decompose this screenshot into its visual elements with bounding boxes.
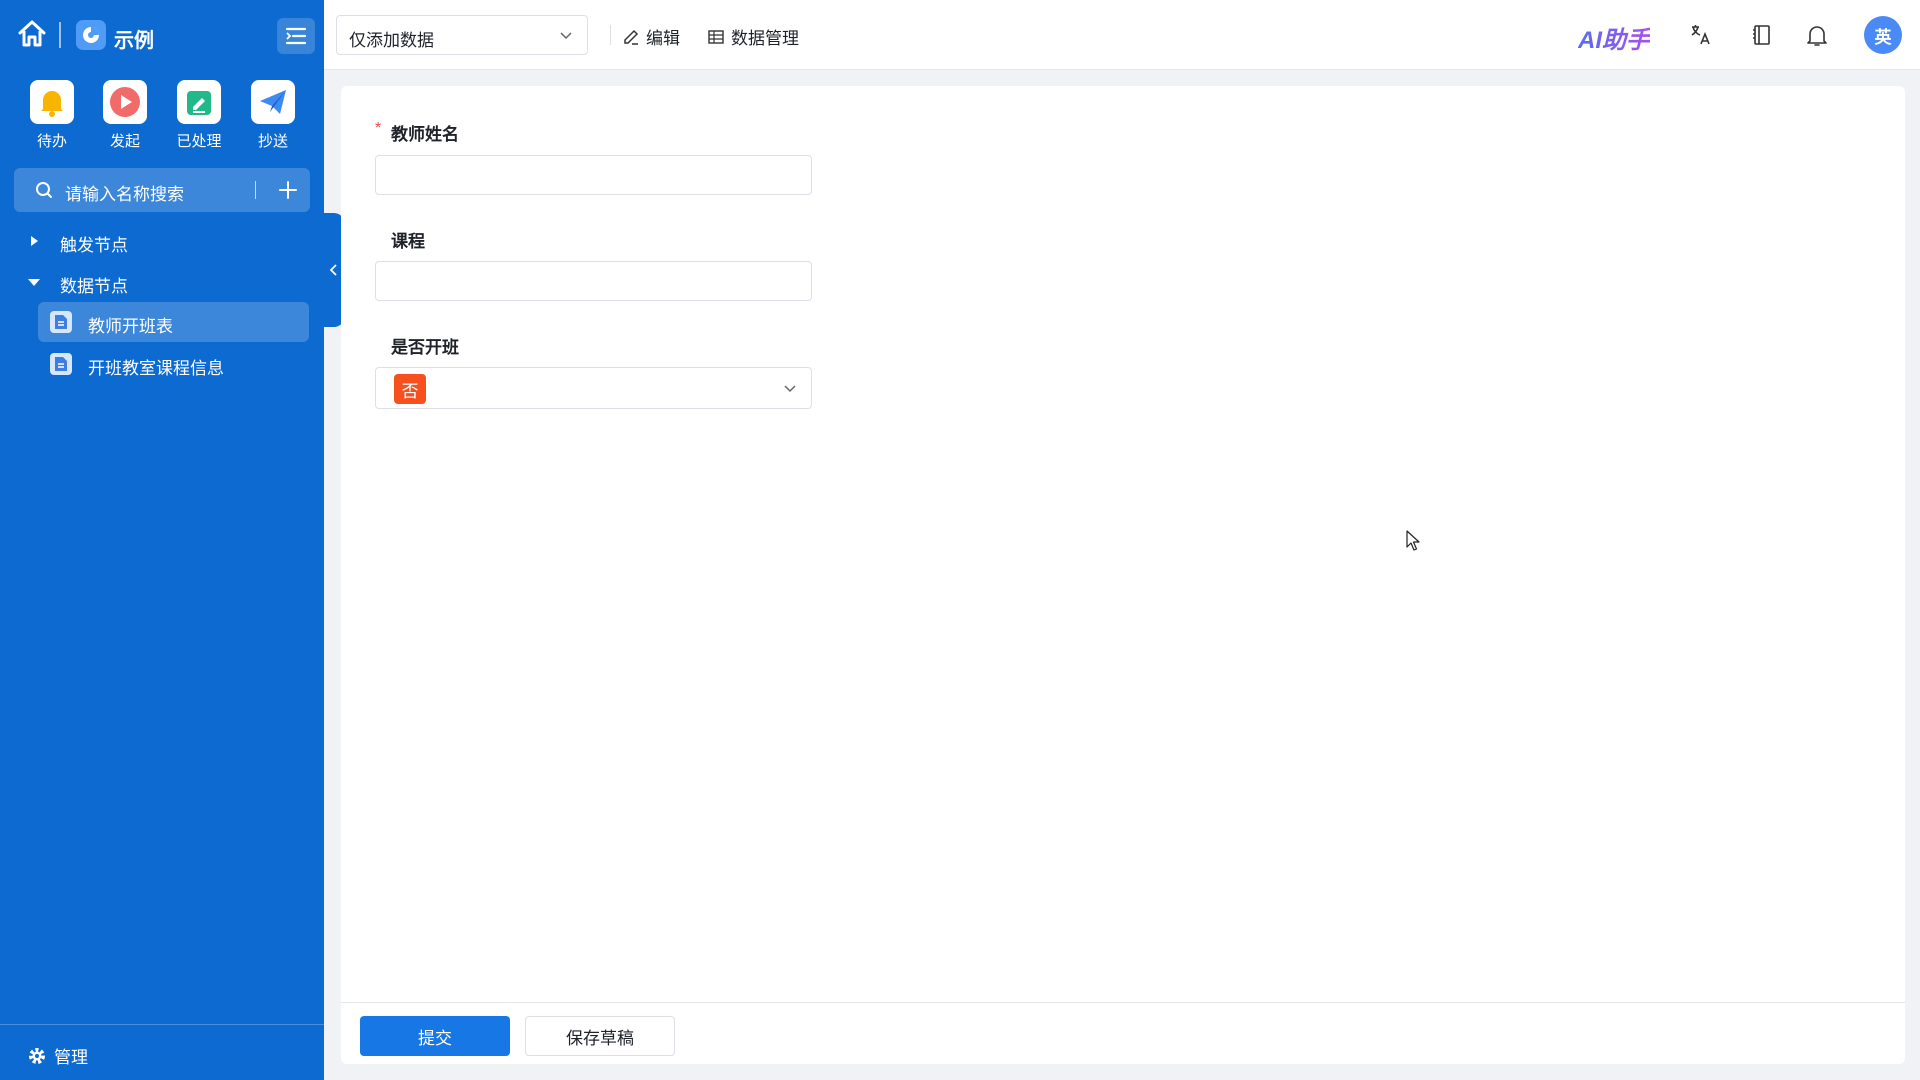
sidebar: 示例 待办 发起 已处理 抄送 请输入名称搜索 触发节点 数据节点 教师开班表 … bbox=[0, 0, 324, 1080]
class-open-select[interactable]: 否 bbox=[375, 367, 812, 409]
caret-right-icon bbox=[31, 236, 38, 246]
home-icon[interactable] bbox=[16, 18, 48, 50]
form-footer: 提交 保存草稿 bbox=[341, 1002, 1905, 1064]
save-draft-button[interactable]: 保存草稿 bbox=[525, 1016, 675, 1056]
chevron-down-icon bbox=[560, 32, 572, 40]
data-manage-label: 数据管理 bbox=[731, 29, 799, 48]
header-divider bbox=[59, 22, 61, 48]
form-card: * 教师姓名 课程 是否开班 否 提交 保存草稿 bbox=[341, 86, 1905, 1064]
mouse-cursor-icon bbox=[1406, 530, 1420, 551]
quick-action-todo[interactable]: 待办 bbox=[22, 80, 82, 151]
user-avatar[interactable]: 英 bbox=[1864, 16, 1902, 54]
bell-icon[interactable] bbox=[1804, 22, 1830, 48]
toolbar-divider bbox=[610, 25, 611, 45]
tree-item-label: 开班教室课程信息 bbox=[88, 359, 224, 378]
view-mode-value: 仅添加数据 bbox=[349, 31, 434, 50]
gear-icon bbox=[29, 1047, 45, 1064]
required-mark: * bbox=[375, 120, 382, 137]
play-icon bbox=[103, 80, 147, 124]
app-logo-icon bbox=[76, 20, 106, 50]
add-icon[interactable] bbox=[276, 178, 300, 202]
bell-icon bbox=[30, 80, 74, 124]
quick-action-label: 待办 bbox=[36, 133, 67, 150]
app-name: 示例 bbox=[114, 30, 154, 52]
translate-icon[interactable] bbox=[1688, 22, 1714, 48]
form-icon bbox=[50, 353, 72, 375]
field-label-course: 课程 bbox=[391, 232, 425, 251]
edit-icon bbox=[624, 29, 639, 45]
quick-action-label: 已处理 bbox=[176, 133, 222, 150]
selected-option-tag: 否 bbox=[394, 374, 426, 404]
chevron-down-icon bbox=[784, 385, 796, 393]
tree-item-label: 教师开班表 bbox=[88, 317, 173, 336]
tree-group-label: 触发节点 bbox=[60, 236, 128, 255]
manage-label: 管理 bbox=[54, 1048, 88, 1067]
quick-action-label: 抄送 bbox=[257, 133, 288, 150]
course-field[interactable] bbox=[375, 261, 812, 301]
book-icon[interactable] bbox=[1749, 22, 1775, 48]
top-toolbar: 仅添加数据 编辑 数据管理 AI助手 英 bbox=[324, 0, 1920, 70]
quick-action-initiate[interactable]: 发起 bbox=[95, 80, 155, 151]
quick-action-processed[interactable]: 已处理 bbox=[169, 80, 229, 151]
search-divider bbox=[255, 181, 256, 199]
search-placeholder: 请输入名称搜索 bbox=[65, 185, 184, 204]
ai-assistant-button[interactable]: AI助手 bbox=[1578, 20, 1650, 55]
sidebar-header: 示例 bbox=[0, 0, 324, 70]
tree-group-trigger-nodes[interactable]: 触发节点 bbox=[0, 223, 324, 259]
chevron-left-icon bbox=[329, 264, 337, 276]
form-icon bbox=[50, 311, 72, 333]
submit-button[interactable]: 提交 bbox=[360, 1016, 510, 1056]
search-icon bbox=[36, 182, 52, 198]
teacher-name-field[interactable] bbox=[375, 155, 812, 195]
check-edit-icon bbox=[177, 80, 221, 124]
search-input[interactable]: 请输入名称搜索 bbox=[14, 168, 310, 212]
send-icon bbox=[251, 80, 295, 124]
tree-item-teacher-class-table[interactable]: 教师开班表 bbox=[38, 302, 309, 342]
menu-toggle-button[interactable] bbox=[277, 18, 315, 54]
field-label-teacher-name: 教师姓名 bbox=[391, 125, 459, 144]
view-mode-select[interactable]: 仅添加数据 bbox=[336, 15, 588, 55]
edit-button[interactable]: 编辑 bbox=[622, 24, 680, 49]
manage-button[interactable]: 管理 bbox=[28, 1043, 88, 1068]
quick-action-cc[interactable]: 抄送 bbox=[243, 80, 303, 151]
field-label-class-open: 是否开班 bbox=[391, 338, 459, 357]
data-manage-button[interactable]: 数据管理 bbox=[707, 24, 799, 49]
edit-label: 编辑 bbox=[646, 29, 680, 48]
caret-down-icon bbox=[28, 279, 40, 286]
tree-group-label: 数据节点 bbox=[60, 277, 128, 296]
quick-action-label: 发起 bbox=[109, 133, 140, 150]
table-icon bbox=[708, 29, 724, 44]
menu-icon bbox=[285, 27, 307, 45]
tree-item-classroom-course-info[interactable]: 开班教室课程信息 bbox=[38, 344, 309, 384]
sidebar-footer: 管理 bbox=[0, 1024, 324, 1080]
tree-group-data-nodes[interactable]: 数据节点 bbox=[0, 264, 324, 300]
